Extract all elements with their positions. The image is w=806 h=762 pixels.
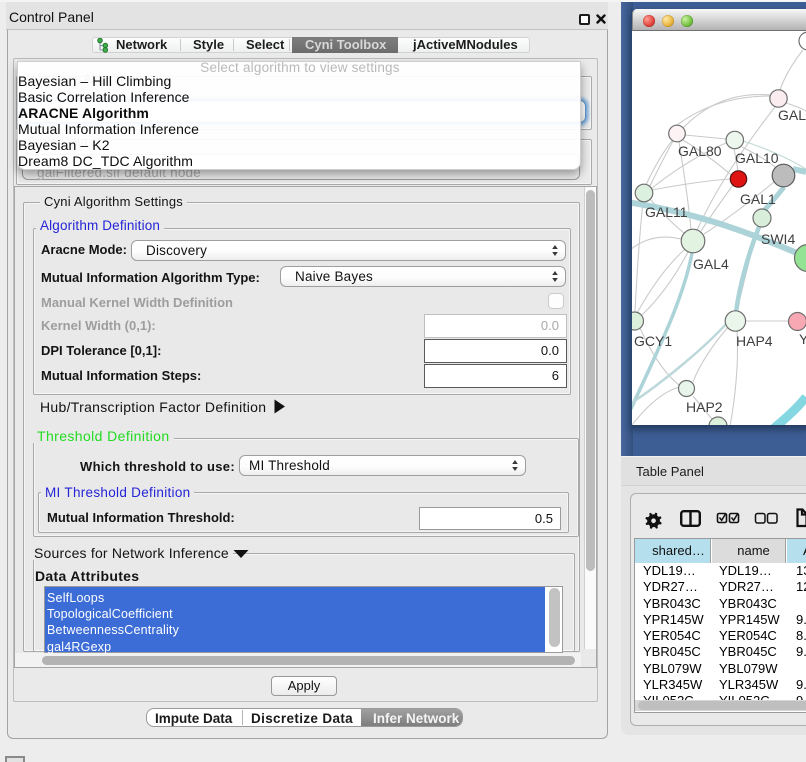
- svg-text:GAL10: GAL10: [735, 150, 779, 166]
- svg-text:GAL1: GAL1: [740, 191, 776, 207]
- svg-text:HAP4: HAP4: [736, 333, 773, 349]
- svg-text:GAL4: GAL4: [693, 256, 729, 272]
- svg-text:GAL11: GAL11: [645, 204, 688, 220]
- svg-text:GCY1: GCY1: [634, 333, 672, 349]
- svg-text:SWI4: SWI4: [761, 231, 795, 247]
- svg-text:GAL: GAL: [778, 107, 806, 123]
- svg-text:GAL80: GAL80: [678, 143, 722, 159]
- svg-text:HAP2: HAP2: [686, 399, 723, 415]
- svg-text:Y: Y: [799, 331, 806, 347]
